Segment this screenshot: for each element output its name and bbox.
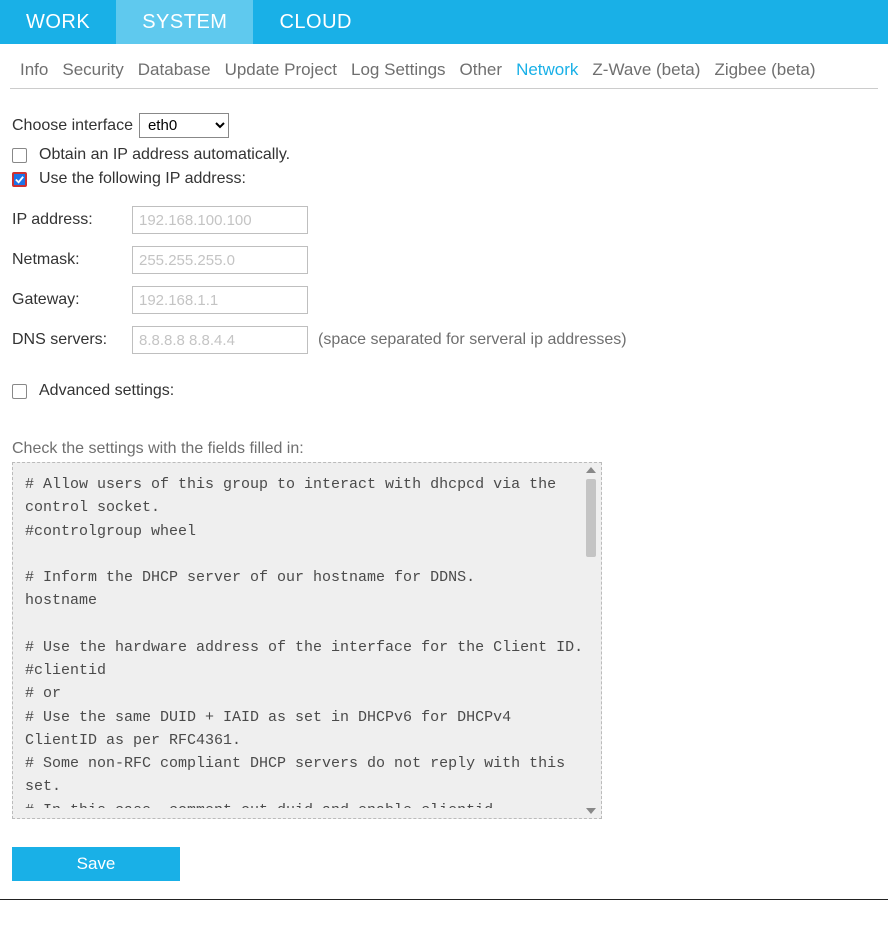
subnav-zwave[interactable]: Z-Wave (beta): [592, 60, 700, 80]
top-tab-system[interactable]: SYSTEM: [116, 0, 253, 44]
interface-label: Choose interface: [12, 117, 133, 135]
advanced-checkbox[interactable]: [12, 384, 27, 399]
ip-label: IP address:: [12, 211, 132, 229]
footer-divider: [0, 899, 888, 900]
subnav-log-settings[interactable]: Log Settings: [351, 60, 446, 80]
gateway-label: Gateway:: [12, 291, 132, 309]
dhcp-static-checkbox[interactable]: [12, 172, 27, 187]
network-settings-panel: Choose interface eth0 Obtain an IP addre…: [0, 89, 888, 893]
sub-nav: Info Security Database Update Project Lo…: [10, 44, 878, 89]
config-preview: # Allow users of this group to interact …: [12, 462, 602, 819]
scroll-up-icon[interactable]: [586, 467, 596, 473]
subnav-database[interactable]: Database: [138, 60, 211, 80]
dhcp-auto-label: Obtain an IP address automatically.: [39, 146, 290, 164]
netmask-input[interactable]: [132, 246, 308, 274]
scroll-thumb[interactable]: [586, 479, 596, 557]
advanced-label: Advanced settings:: [39, 382, 174, 400]
dhcp-static-label: Use the following IP address:: [39, 170, 246, 188]
scrollbar[interactable]: [583, 467, 599, 814]
scroll-down-icon[interactable]: [586, 808, 596, 814]
subnav-security[interactable]: Security: [62, 60, 123, 80]
top-tab-work[interactable]: WORK: [0, 0, 116, 44]
subnav-network[interactable]: Network: [516, 60, 578, 80]
subnav-info[interactable]: Info: [20, 60, 48, 80]
dhcp-auto-checkbox[interactable]: [12, 148, 27, 163]
netmask-label: Netmask:: [12, 251, 132, 269]
preview-label: Check the settings with the fields fille…: [12, 440, 876, 458]
top-nav: WORK SYSTEM CLOUD: [0, 0, 888, 44]
save-button[interactable]: Save: [12, 847, 180, 881]
gateway-input[interactable]: [132, 286, 308, 314]
config-text[interactable]: # Allow users of this group to interact …: [25, 473, 591, 808]
subnav-other[interactable]: Other: [460, 60, 503, 80]
top-tab-cloud[interactable]: CLOUD: [253, 0, 378, 44]
dns-input[interactable]: [132, 326, 308, 354]
dns-hint: (space separated for serveral ip address…: [318, 331, 627, 349]
ip-input[interactable]: [132, 206, 308, 234]
dns-label: DNS servers:: [12, 331, 132, 349]
interface-select[interactable]: eth0: [139, 113, 229, 138]
subnav-zigbee[interactable]: Zigbee (beta): [714, 60, 815, 80]
subnav-update-project[interactable]: Update Project: [225, 60, 337, 80]
